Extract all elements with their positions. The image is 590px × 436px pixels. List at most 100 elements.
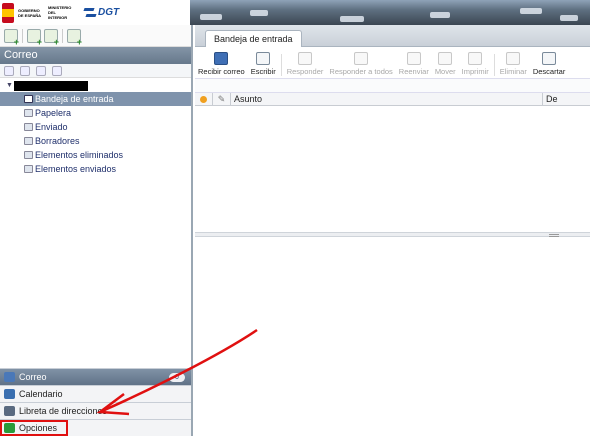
message-list[interactable] <box>195 106 590 232</box>
folder-label: Papelera <box>35 108 72 118</box>
left-toolbar <box>0 25 191 47</box>
folder-item[interactable]: Bandeja de entrada <box>0 92 191 106</box>
toolbar-label: Imprimir <box>461 67 489 76</box>
folder-item[interactable]: Papelera <box>0 106 191 120</box>
left-panel: Correo ▼ Bandeja de entrada Papelera Envia… <box>0 25 193 436</box>
folder-label: Elementos eliminados <box>35 150 124 160</box>
car-shape <box>340 16 364 22</box>
drafts-folder-icon <box>24 137 33 145</box>
inbox-icon <box>24 95 33 103</box>
folder-label: Elementos enviados <box>35 164 117 174</box>
toolbar-label: Reenviar <box>398 67 429 76</box>
car-shape <box>520 8 542 14</box>
unread-count-badge: 0 <box>169 372 185 382</box>
eliminar-icon <box>506 52 521 65</box>
toolbar-label: Mover <box>434 67 456 76</box>
account-node[interactable]: ▼ <box>0 79 191 92</box>
dgt-logo: DGT <box>82 6 119 20</box>
address-book-icon <box>4 406 15 416</box>
ministerio-label: MINISTERIO DEL INTERIOR <box>48 5 72 20</box>
folder-icon <box>24 165 33 173</box>
column-from[interactable]: De <box>543 93 590 106</box>
dgt-mark-icon <box>82 6 98 20</box>
escribir-icon <box>256 52 271 65</box>
responder-a-todos-icon <box>354 52 369 65</box>
column-subject[interactable]: Asunto <box>231 92 543 106</box>
module-nav: Correo 0 Calendario Libreta de direcciones O… <box>0 368 191 436</box>
expand-arrow-icon[interactable]: ▼ <box>6 82 14 89</box>
edit-icon[interactable] <box>36 65 46 76</box>
header-banner: GOBIERNO DE ESPAÑA MINISTERIO DEL INTERI… <box>0 0 590 25</box>
folder-label: Borradores <box>35 136 80 146</box>
imprimir-icon <box>468 52 483 65</box>
gobierno-label: GOBIERNO DE ESPAÑA <box>18 7 42 18</box>
pane-splitter[interactable] <box>195 232 590 237</box>
folder-item[interactable]: Elementos enviados <box>0 162 191 176</box>
calendar-icon <box>4 389 15 399</box>
preview-pane <box>195 237 590 423</box>
nav-label: Libreta de direcciones <box>19 406 108 416</box>
folder-label: Enviado <box>35 122 68 132</box>
folder-item[interactable]: Borradores <box>0 134 191 148</box>
new-folder-icon[interactable] <box>67 28 82 47</box>
column-attachment[interactable]: ✎ <box>213 92 231 106</box>
add-folder-icon[interactable] <box>4 65 14 76</box>
paperclip-icon: ✎ <box>217 93 226 104</box>
main-panel: Bandeja de entrada Recibir correo Escribi… <box>195 25 590 436</box>
header-photo <box>190 0 590 25</box>
nav-address-book[interactable]: Libreta de direcciones <box>0 402 191 419</box>
toolbar-label: Responder a todos <box>329 67 393 76</box>
message-list-header: ✎ Asunto De <box>195 92 590 106</box>
filter-row <box>195 79 590 93</box>
folder-tree: ▼ Bandeja de entrada Papelera Enviado Borra… <box>0 78 191 176</box>
toolbar-label: Recibir correo <box>198 67 245 76</box>
annotation-highlight-box <box>0 420 68 436</box>
descartar-icon <box>542 52 557 65</box>
mover-icon <box>438 52 453 65</box>
recibir-correo-icon <box>214 52 229 65</box>
car-shape <box>430 12 450 18</box>
refresh-icon[interactable] <box>20 65 30 76</box>
recibir-correo-button[interactable]: Recibir correo <box>195 52 248 76</box>
dgt-label: DGT <box>98 7 120 18</box>
new-event-icon[interactable] <box>27 28 42 47</box>
nav-mail[interactable]: Correo 0 <box>0 368 191 385</box>
divider <box>62 28 63 43</box>
divider <box>22 28 23 43</box>
nav-label: Correo <box>19 372 47 382</box>
tab-bar: Bandeja de entrada <box>195 25 590 47</box>
toolbar-label: Responder <box>286 67 324 76</box>
mail-toolbar: Recibir correo Escribir Responder Responder… <box>195 47 590 79</box>
toolbar-label: Escribir <box>250 67 276 76</box>
folder-label: Bandeja de entrada <box>35 94 114 104</box>
folder-toolbar <box>0 64 191 78</box>
new-mail-icon[interactable] <box>4 28 19 47</box>
car-shape <box>200 14 222 20</box>
car-shape <box>560 15 578 21</box>
descartar-button[interactable]: Descartar <box>530 52 569 76</box>
column-priority[interactable] <box>195 92 213 106</box>
toolbar-label: Descartar <box>532 67 566 76</box>
mover-button[interactable]: Mover <box>432 52 459 76</box>
escribir-button[interactable]: Escribir <box>248 52 279 76</box>
reenviar-icon <box>406 52 421 65</box>
panel-title: Correo <box>0 47 191 64</box>
responder-icon <box>298 52 313 65</box>
nav-calendar[interactable]: Calendario <box>0 385 191 402</box>
new-contact-icon[interactable] <box>44 28 59 47</box>
folder-item[interactable]: Enviado <box>0 120 191 134</box>
redacted-account-name <box>14 80 88 91</box>
properties-icon[interactable] <box>52 65 62 76</box>
eliminar-button[interactable]: Eliminar <box>497 52 530 76</box>
nav-checkmark[interactable]: Opciones <box>0 419 191 436</box>
nav-label: Calendario <box>19 389 63 399</box>
tab-inbox[interactable]: Bandeja de entrada <box>205 30 302 47</box>
responder-button[interactable]: Responder <box>284 52 327 76</box>
trash-folder-icon <box>24 109 33 117</box>
folder-item[interactable]: Elementos eliminados <box>0 148 191 162</box>
reenviar-button[interactable]: Reenviar <box>396 52 432 76</box>
divider <box>280 54 282 76</box>
logo-block: GOBIERNO DE ESPAÑA MINISTERIO DEL INTERI… <box>0 0 190 25</box>
responder-a-todos-button[interactable]: Responder a todos <box>326 52 395 76</box>
imprimir-button[interactable]: Imprimir <box>459 52 492 76</box>
